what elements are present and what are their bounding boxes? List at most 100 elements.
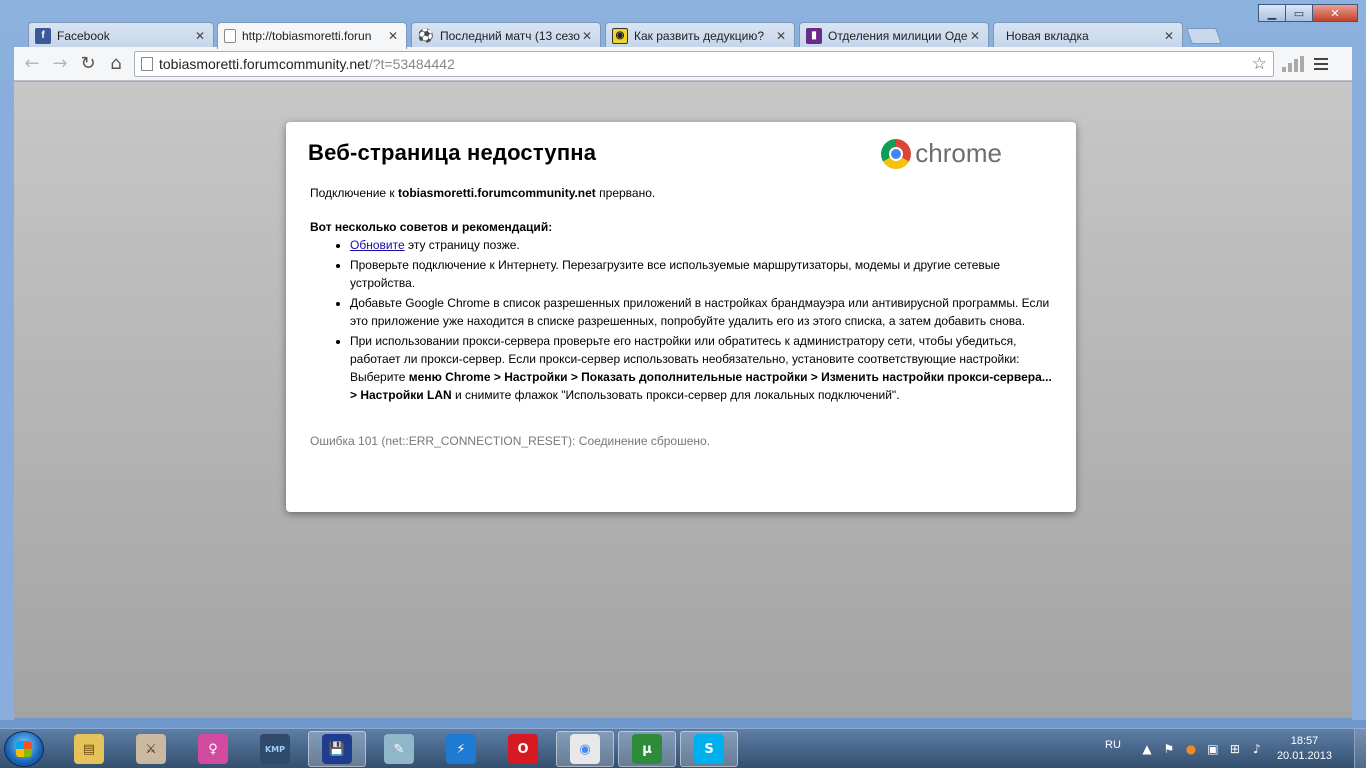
taskbar-button[interactable]: KMP <box>246 731 304 767</box>
tab-facebook[interactable]: f Facebook ✕ <box>28 22 214 48</box>
tab-tobiasmoretti[interactable]: http://tobiasmoretti.forun ✕ <box>217 22 407 49</box>
close-window-button[interactable]: ✕ <box>1312 4 1358 22</box>
tab-last-match[interactable]: ⚽ Последний матч (13 сезо ✕ <box>411 22 601 48</box>
tab-title: Новая вкладка <box>1006 28 1089 43</box>
language-indicator[interactable]: RU <box>1105 739 1121 751</box>
chrome-logo: chrome <box>881 138 1002 169</box>
opera-icon: O <box>508 734 538 764</box>
show-desktop-button[interactable] <box>1354 729 1366 768</box>
maximize-button[interactable]: ▭ <box>1285 4 1313 22</box>
facebook-icon: f <box>35 27 51 44</box>
system-tray: RU ▲ ⚑ ● ▣ ⊞ ♪ 18:57 20.01.2013 <box>1105 729 1366 768</box>
url-host: tobiasmoretti.forumcommunity.net <box>159 55 369 72</box>
chrome-wordmark: chrome <box>915 138 1002 168</box>
taskbar-button[interactable]: ⚡ <box>432 731 490 767</box>
taskbar-button[interactable]: ◉ <box>556 731 614 767</box>
tips-heading: Вот несколько советов и рекомендаций: <box>310 220 553 234</box>
yellow-logo-icon: ◉ <box>612 27 628 44</box>
signal-bars-icon[interactable] <box>1282 55 1304 72</box>
page-viewport: chrome Веб-страница недоступна Подключен… <box>14 82 1352 718</box>
game-girl-icon: ♀ <box>198 734 228 764</box>
orange-app-icon[interactable]: ● <box>1183 741 1199 757</box>
clock-date: 20.01.2013 <box>1276 750 1332 762</box>
chrome-logo-icon <box>881 138 912 169</box>
purple-chat-icon: ▮ <box>806 27 822 44</box>
address-bar[interactable]: tobiasmoretti.forumcommunity.net/?t=5348… <box>134 50 1274 77</box>
window-controls: ▁ ▭ ✕ <box>1258 4 1358 22</box>
kmplayer-icon: KMP <box>260 734 290 764</box>
chrome-icon: ◉ <box>570 734 600 764</box>
show-hidden-icons-icon[interactable]: ▲ <box>1139 741 1155 757</box>
tip-text: эту страницу позже. <box>404 238 520 252</box>
browser-window: k C ▁ ▭ ✕ f Facebook ✕ http://tobiasmore… <box>0 0 1366 728</box>
volume-icon[interactable]: ♪ <box>1249 741 1265 757</box>
tab-new-tab[interactable]: Новая вкладка ✕ <box>993 22 1183 48</box>
taskbar-button[interactable]: ▤ <box>60 731 118 767</box>
soccer-ball-icon: ⚽ <box>417 27 435 43</box>
taskbar-button[interactable]: ✎ <box>370 731 428 767</box>
explorer-icon: ▤ <box>74 734 104 764</box>
tab-close-icon[interactable]: ✕ <box>580 29 594 43</box>
taskbar-button[interactable]: O <box>494 731 552 767</box>
save-disk-icon: 💾 <box>322 734 352 764</box>
tip-text: и снимите флажок "Использовать прокси-се… <box>451 388 900 402</box>
taskbar-button[interactable]: ♀ <box>184 731 242 767</box>
tab-title: Отделения милиции Оде <box>828 28 968 43</box>
tab-close-icon[interactable]: ✕ <box>386 29 400 43</box>
tab-title: Последний матч (13 сезо <box>440 28 580 43</box>
taskbar-button[interactable]: ⚔ <box>122 731 180 767</box>
reload-icon[interactable]: ↻ <box>74 50 102 78</box>
game-warrior-icon: ⚔ <box>136 734 166 764</box>
tab-close-icon[interactable]: ✕ <box>1162 29 1176 43</box>
minimize-button[interactable]: ▁ <box>1258 4 1286 22</box>
tip-check-connection: Проверьте подключение к Интернету. Перез… <box>350 256 1054 292</box>
tab-title: http://tobiasmoretti.forun <box>242 29 372 43</box>
taskbar-button[interactable]: 💾 <box>308 731 366 767</box>
tab-close-icon[interactable]: ✕ <box>968 29 982 43</box>
new-tab-button[interactable] <box>1186 28 1222 44</box>
home-icon[interactable]: ⌂ <box>102 50 130 78</box>
back-arrow-icon[interactable]: ← <box>18 50 46 78</box>
tip-reload: Обновите эту страницу позже. <box>350 236 1054 254</box>
device-icon[interactable]: ▣ <box>1205 741 1221 757</box>
windows-logo-icon <box>16 741 32 757</box>
taskbar: ▤ ⚔ ♀ KMP 💾 ✎ ⚡ O ◉ µ S RU ▲ ⚑ ● ▣ ⊞ ♪ 18:57 20.01… <box>0 728 1366 768</box>
tab-title: Как развить дедукцию? <box>634 28 765 43</box>
error-code: Ошибка 101 (net::ERR_CONNECTION_RESET): … <box>310 434 711 448</box>
action-center-icon[interactable]: ⚑ <box>1161 741 1177 757</box>
taskbar-button[interactable]: S <box>680 731 738 767</box>
lightning-app-icon: ⚡ <box>446 734 476 764</box>
chrome-menu-icon[interactable] <box>1314 57 1328 70</box>
taskbar-button[interactable]: µ <box>618 731 676 767</box>
page-icon <box>224 29 236 43</box>
tab-strip: f Facebook ✕ http://tobiasmoretti.forun … <box>14 20 1254 49</box>
page-icon <box>141 56 153 71</box>
skype-icon: S <box>694 734 724 764</box>
connection-prefix: Подключение к <box>310 186 399 200</box>
connection-suffix: прервано. <box>595 186 656 200</box>
clock-time: 18:57 <box>1290 735 1319 747</box>
window-right-edge <box>1352 80 1366 720</box>
tab-close-icon[interactable]: ✕ <box>193 29 207 43</box>
window-left-edge <box>0 80 14 720</box>
start-button[interactable] <box>4 731 44 767</box>
tab-title: Facebook <box>57 28 110 43</box>
url-path: /?t=53484442 <box>368 55 455 72</box>
tip-proxy: При использовании прокси-сервера проверь… <box>350 332 1054 404</box>
forward-arrow-icon[interactable]: → <box>46 50 74 78</box>
browser-toolbar: ← → ↻ ⌂ tobiasmoretti.forumcommunity.net… <box>14 47 1352 81</box>
tip-firewall: Добавьте Google Chrome в список разрешен… <box>350 294 1054 330</box>
network-icon[interactable]: ⊞ <box>1227 741 1243 757</box>
bookmark-star-icon[interactable]: ☆ <box>1252 54 1267 74</box>
connection-host: tobiasmoretti.forumcommunity.net <box>398 186 596 200</box>
error-card: chrome Веб-страница недоступна Подключен… <box>286 122 1076 512</box>
notepad-icon: ✎ <box>384 734 414 764</box>
tips-list: Обновите эту страницу позже. Проверьте п… <box>350 236 1054 404</box>
clock[interactable]: 18:57 20.01.2013 <box>1277 734 1332 764</box>
connection-message: Подключение к tobiasmoretti.forumcommuni… <box>308 184 1054 202</box>
tab-police[interactable]: ▮ Отделения милиции Оде ✕ <box>799 22 989 48</box>
utorrent-icon: µ <box>632 734 662 764</box>
reload-link[interactable]: Обновите <box>350 238 405 252</box>
tab-deduction[interactable]: ◉ Как развить дедукцию? ✕ <box>605 22 795 48</box>
tab-close-icon[interactable]: ✕ <box>774 29 788 43</box>
